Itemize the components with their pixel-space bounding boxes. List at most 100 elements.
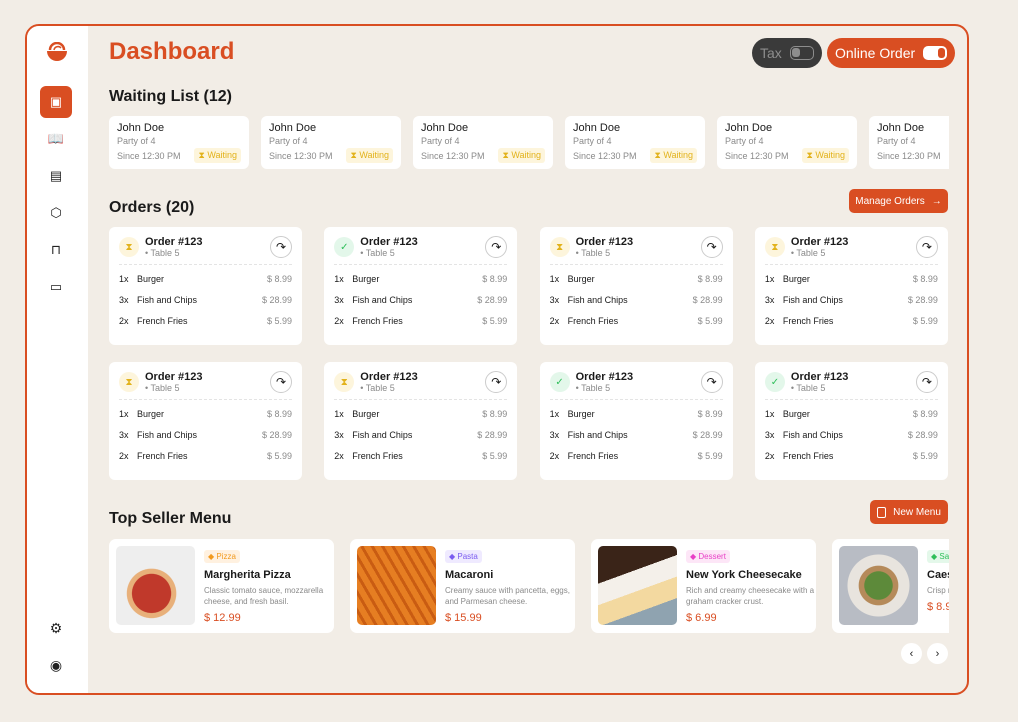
manage-orders-button[interactable]: Manage Orders → [849,189,948,213]
forward-button[interactable]: ↷ [700,371,723,393]
line-name: French Fries [352,316,403,326]
order-info: Order #123 • Table 5 [360,371,417,393]
order-card[interactable]: ✓ Order #123 • Table 5 ↷ 1x Burger $ 8.99 3x Fis… [539,362,733,480]
status-badge: ⧗ Waiting [802,148,849,163]
manage-orders-label: Manage Orders [855,195,925,207]
line-price: $ 8.99 [482,274,508,284]
waiting-card[interactable]: John DoeParty of 4Since 12:30 PM⧗ Waitin… [717,116,857,169]
line-price: $ 28.99 [907,295,938,305]
order-card[interactable]: ⧗ Order #123 • Table 5 ↷ 1x Burger $ 8.99 3x Fis… [109,362,302,480]
order-header: ✓ Order #123 • Table 5 ↷ [334,236,508,265]
forward-button[interactable]: ↷ [700,236,723,258]
waiting-card[interactable]: John DoeParty of 4Since 12:30 PM⧗ Waitin… [413,116,553,169]
order-card[interactable]: ⧗ Order #123 • Table 5 ↷ 1x Burger $ 8.99 3x Fis… [109,227,302,345]
menu-card[interactable]: ◆ Dessert New York Cheesecake Rich and cre… [591,539,816,633]
line-price: $ 5.99 [912,316,938,326]
order-line: 1x Burger $ 8.99 [550,409,723,419]
menu-card[interactable]: ◆ Pizza Margherita Pizza Classic tomato sa… [109,539,334,633]
presentation-icon: ▣ [49,94,63,109]
sidebar-item-table[interactable]: ⊓ [40,234,72,266]
line-qty: 1x [549,274,560,284]
forward-button[interactable]: ↷ [270,236,292,258]
order-table: • Table 5 [790,383,826,393]
waiting-card[interactable]: John DoeParty of 4Since 12:30 PM⧗ Waitin… [565,116,705,169]
forward-button[interactable]: ↷ [915,236,938,258]
line-name: Fish and Chips [352,430,413,440]
box-icon: ⬡ [50,205,62,220]
sidebar-item-presentation[interactable]: ▣ [40,86,72,118]
order-card[interactable]: ⧗ Order #123 • Table 5 ↷ 1x Burger $ 8.99 3x Fis… [754,227,948,345]
line-name: Fish and Chips [567,430,628,440]
forward-button[interactable]: ↷ [915,371,938,393]
sidebar-item-box[interactable]: ⬡ [40,197,72,229]
category-tag: ◆ Dessert [686,550,730,563]
hourglass-icon: ⧗ [198,150,208,160]
line-price: $ 28.99 [692,295,723,305]
line-name: Fish and Chips [137,295,198,305]
forward-button[interactable]: ↷ [270,371,292,393]
order-line: 1x Burger $ 8.99 [765,409,938,419]
order-line: 3x Fish and Chips $ 28.99 [334,430,507,440]
hourglass-icon: ⧗ [764,237,785,257]
order-line: 3x Fish and Chips $ 28.99 [334,295,507,305]
waiting-card[interactable]: John DoeParty of 4Since 12:30 PM⧗ Waitin… [261,116,401,169]
line-price: $ 28.99 [477,295,508,305]
order-line: 3x Fish and Chips $ 28.99 [765,430,938,440]
order-line: 1x Burger $ 8.99 [119,274,292,284]
order-header: ⧗ Order #123 • Table 5 ↷ [334,371,508,400]
line-qty: 2x [764,451,775,461]
menu-item-description: Classic tomato sauce, mozzarella cheese,… [204,586,324,606]
order-card[interactable]: ✓ Order #123 • Table 5 ↷ 1x Burger $ 8.99 3x Fis… [754,362,948,480]
menu-card[interactable]: ◆ Pasta Macaroni Creamy sauce with pancett… [350,539,575,633]
order-table: • Table 5 [145,383,180,393]
sidebar-item-clipboard[interactable]: ▤ [40,160,72,192]
category-tag: ◆ Pizza [204,550,240,563]
hourglass-icon: ⧗ [119,372,139,392]
forward-button[interactable]: ↷ [485,371,508,393]
order-card[interactable]: ⧗ Order #123 • Table 5 ↷ 1x Burger $ 8.99 3x Fis… [539,227,733,345]
waiting-list: John Doe Party of 4 Since 12:30 PM ⧗ Waitin… [109,26,949,186]
line-price: $ 8.99 [697,274,723,284]
waiting-row: Since 12:30 PM ⧗ Waiting [725,148,849,163]
sidebar-item-book[interactable]: 📖 [40,123,72,155]
sidebar-item-folder[interactable]: ▭ [40,271,72,303]
hourglass-icon: ⧗ [654,150,664,160]
carousel-next-button[interactable]: › [927,643,948,664]
status-badge: ⧗ Waiting [498,148,545,163]
waiting-card[interactable]: John DoeParty of 4Since 12:30 PM⧗ Waitin… [869,116,949,169]
line-name: Fish and Chips [782,295,843,305]
line-qty: 3x [549,430,560,440]
status-badge: ⧗ Waiting [650,148,697,163]
since-time: Since 12:30 PM [269,150,333,161]
menu-item-info: ◆ Dessert New York Cheesecake Rich and cre… [686,546,816,626]
order-info: Order #123 • Table 5 [791,371,848,393]
folder-icon: ▭ [49,279,63,294]
line-name: French Fries [782,316,834,326]
line-qty: 3x [334,430,344,440]
hourglass-icon: ⧗ [350,150,360,160]
order-id: Order #123 [360,236,418,248]
sidebar-item-user[interactable]: ◉ [40,649,72,681]
guest-name: John Doe [117,122,165,134]
line-name: Burger [782,409,810,419]
forward-arrow-icon: ↷ [275,375,287,389]
waiting-card[interactable]: John DoeParty of 4Since 12:30 PM⧗ Waitin… [109,116,249,169]
carousel-prev-button[interactable]: ‹ [901,643,922,664]
app-window: ▣ 📖 ▤ ⬡ ⊓ ▭ ⚙ ◉ Dashboard Tax Online Order Wait… [25,24,969,695]
category-tag: ◆ Pasta [445,550,482,563]
line-qty: 2x [764,316,775,326]
order-line: 2x French Fries $ 5.99 [334,451,507,461]
forward-button[interactable]: ↷ [485,236,508,258]
menu-item-image [839,546,918,625]
menu-card[interactable]: ◆ Salad Caesar Salad Crisp romaine and Cae… [832,539,949,633]
forward-arrow-icon: ↷ [706,375,717,389]
menu-item-info: ◆ Pasta Macaroni Creamy sauce with pancett… [445,546,575,626]
order-card[interactable]: ✓ Order #123 • Table 5 ↷ 1x Burger $ 8.99 3x Fis… [324,227,518,345]
order-id: Order #123 [790,236,849,248]
menu-item-image [116,546,195,625]
line-name: Burger [352,274,380,284]
since-time: Since 12:30 PM [117,150,181,161]
sidebar-item-gear[interactable]: ⚙ [40,612,72,644]
new-menu-button[interactable]: New Menu [870,500,948,524]
order-card[interactable]: ⧗ Order #123 • Table 5 ↷ 1x Burger $ 8.99 3x Fis… [324,362,518,480]
